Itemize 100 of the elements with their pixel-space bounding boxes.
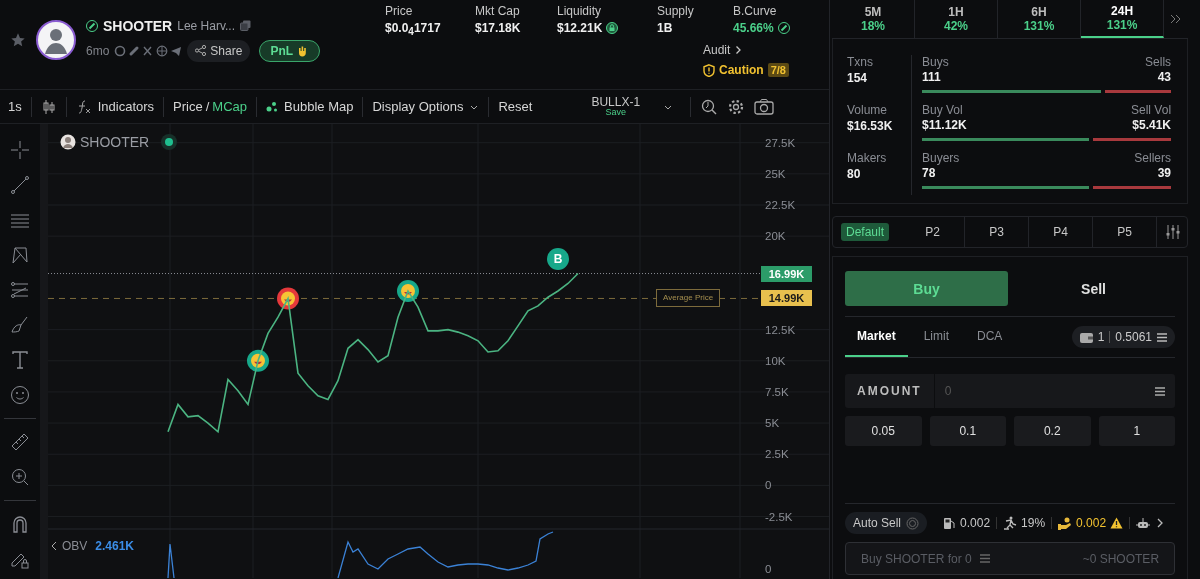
axis-label: 0 <box>765 479 772 492</box>
trade-marker[interactable] <box>547 248 569 270</box>
quick-amount-button[interactable]: 0.05 <box>845 416 922 446</box>
camera-icon[interactable] <box>754 97 775 116</box>
smiley-icon[interactable] <box>10 385 30 405</box>
timeframe-label: 5M <box>864 4 882 19</box>
copy-icon[interactable] <box>240 20 252 31</box>
axis-label: 22.5K <box>765 199 796 211</box>
quick-amount-button[interactable]: 0.2 <box>1014 416 1091 446</box>
trend-line-icon[interactable] <box>10 175 30 195</box>
text-tool-icon[interactable] <box>10 350 30 370</box>
setting-value[interactable]: 0.002 <box>960 516 991 530</box>
stat-label: Mkt Cap <box>475 4 521 18</box>
audit-link[interactable]: Audit <box>703 43 731 58</box>
auto-sell-toggle[interactable]: Auto Sell <box>845 512 928 534</box>
chevron-right-icon[interactable] <box>735 45 743 56</box>
social-icons-drawing[interactable] <box>114 44 183 57</box>
buy-value: 78 <box>922 166 936 180</box>
sell-label: Sell Vol <box>1131 103 1172 117</box>
token-avatar <box>60 134 76 150</box>
sell-value: 39 <box>1157 166 1172 180</box>
stat-label: Supply <box>657 4 695 18</box>
preset-tab[interactable]: P4 <box>1029 217 1094 247</box>
timeframe-tab[interactable]: 6H 131% <box>998 0 1082 38</box>
bot-icon[interactable] <box>1136 517 1151 529</box>
sell-value: 43 <box>1157 70 1172 84</box>
setting-value[interactable]: 19% <box>1021 516 1046 530</box>
axis-label: 25K <box>765 167 786 180</box>
pnl-button[interactable]: PnL <box>259 39 321 62</box>
amount-field[interactable]: AMOUNT 0 <box>845 374 1176 408</box>
timeframe-change: 42% <box>944 19 969 34</box>
amount-input[interactable]: 0 <box>934 375 1156 407</box>
scale-option[interactable]: Price <box>173 99 203 114</box>
order-type-tab[interactable]: DCA <box>965 317 1015 357</box>
submit-label: Buy SHOOTER for 0 <box>861 551 972 566</box>
quick-amount-button[interactable]: 0.1 <box>929 416 1007 446</box>
display-options-dropdown[interactable]: Display Options <box>372 99 480 114</box>
quick-amount-button[interactable]: 1 <box>1098 416 1176 446</box>
setting-value[interactable]: 0.002 <box>1076 516 1107 530</box>
timeframe-label: 1H <box>948 4 964 19</box>
legend-title: SHOOTER <box>80 134 150 150</box>
tip-hand-icon <box>1058 516 1073 530</box>
wallet-chip[interactable]: 1 0.5061 <box>1071 326 1176 348</box>
obv-label: OBV <box>62 539 88 553</box>
save-link[interactable]: Save <box>605 108 627 117</box>
smiley-marker[interactable] <box>277 287 299 310</box>
obv-value: 2.461K <box>95 539 135 553</box>
star-icon[interactable] <box>10 31 26 48</box>
fuel-pump-icon <box>943 516 957 530</box>
share-button[interactable]: Share <box>187 39 251 62</box>
axis-label: 5K <box>765 417 780 430</box>
preset-tab[interactable]: P2 <box>901 217 966 247</box>
stat-label: Makers <box>847 151 888 165</box>
settings-icon[interactable] <box>727 97 746 116</box>
brush-icon[interactable] <box>10 315 30 335</box>
axis-label: 10K <box>765 354 786 367</box>
preset-tab[interactable]: P3 <box>965 217 1030 247</box>
timeframe-tab[interactable]: 5M 18% <box>832 0 915 38</box>
stat-label: Volume <box>847 103 889 117</box>
scale-option[interactable]: MCap <box>212 99 248 114</box>
interval-button[interactable]: 1s <box>8 99 22 114</box>
stat-label: B.Curve <box>733 4 778 18</box>
pill-icon <box>777 22 790 34</box>
candles-icon[interactable] <box>40 98 57 115</box>
amount-label: AMOUNT <box>845 374 935 408</box>
stat-value: 80 <box>847 167 862 181</box>
quick-search-icon[interactable] <box>700 97 719 116</box>
menu-icon <box>1157 332 1168 342</box>
fibonacci-icon[interactable] <box>10 280 30 300</box>
buy-value: $11.12K <box>922 118 967 132</box>
token-name: Lee Harv... <box>177 18 236 33</box>
smiley-marker[interactable] <box>247 349 269 372</box>
preset-tab[interactable]: Default <box>841 223 890 241</box>
zoom-in-icon[interactable] <box>10 467 30 487</box>
axis-label: 2.5K <box>765 448 789 461</box>
smiley-marker[interactable] <box>397 280 419 302</box>
chevron-right-icon[interactable] <box>1156 518 1165 528</box>
lock-icon <box>606 22 619 34</box>
slipping-figure-icon <box>1003 516 1018 530</box>
sliders-icon[interactable] <box>1165 224 1182 240</box>
side-tab[interactable]: Buy <box>845 271 1009 306</box>
axis-label: -2.5K <box>765 510 793 523</box>
order-type-tab[interactable]: Market <box>845 317 908 357</box>
timeframe-tab[interactable]: 1H 42% <box>915 0 999 38</box>
reset-button[interactable]: Reset <box>498 99 533 114</box>
timeframe-tab[interactable]: 24H 131% <box>1081 0 1165 38</box>
timeframe-change: 18% <box>861 19 885 34</box>
stat-label: Txns <box>847 55 874 69</box>
pattern-icon[interactable] <box>10 245 30 265</box>
collapse-icon[interactable] <box>50 540 58 552</box>
menu-icon[interactable] <box>1155 386 1166 396</box>
shield-icon <box>703 63 715 77</box>
order-type-tab[interactable]: Limit <box>911 317 962 357</box>
bubble-map-button[interactable]: Bubble Map <box>266 99 354 114</box>
preset-tab[interactable]: P5 <box>1093 217 1158 247</box>
ruler-icon[interactable] <box>10 432 30 452</box>
side-tab[interactable]: Sell <box>1012 271 1176 306</box>
magnet-icon[interactable] <box>10 514 30 534</box>
indicators-button[interactable]: Indicators <box>75 98 155 115</box>
layout-name[interactable]: BULLX-1 <box>591 96 641 108</box>
